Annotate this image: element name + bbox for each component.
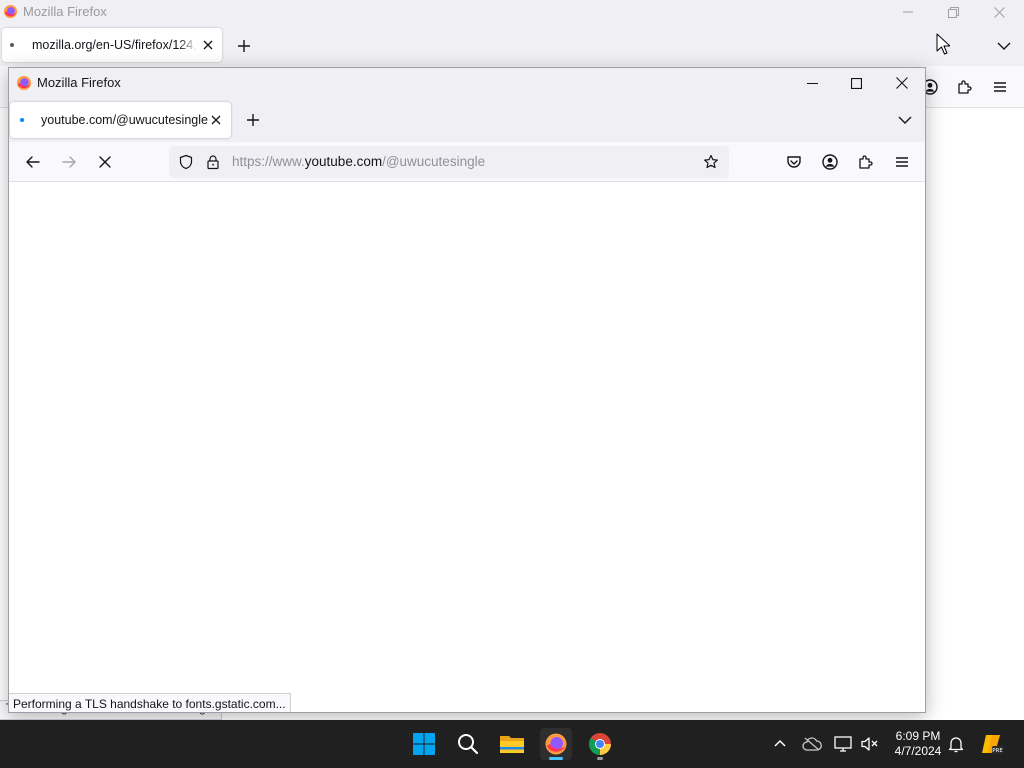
extensions-icon[interactable] [856,152,876,172]
account-icon[interactable] [820,152,840,172]
background-tab-label: mozilla.org/en-US/firefox/124.0 [32,38,198,52]
stop-loading-icon[interactable] [95,152,115,172]
foreground-firefox-window: Mozilla Firefox youtube.com/@uwucutesing… [8,67,926,713]
list-all-tabs-icon[interactable] [895,110,915,130]
windows-start-icon [413,733,435,755]
search-icon [458,734,479,755]
maximize-icon [850,77,862,89]
forward-arrow-icon[interactable] [59,152,79,172]
running-indicator [597,757,603,760]
background-close-button[interactable] [976,0,1022,24]
url-bar[interactable]: https://www.youtube.com/@uwucutesingle [169,146,729,178]
onedrive-tray-icon[interactable] [802,734,822,754]
chrome-taskbar-button[interactable] [584,728,616,760]
pocket-icon[interactable] [784,152,804,172]
show-hidden-icons-button[interactable] [770,734,790,754]
lock-icon[interactable] [205,154,221,170]
active-indicator [549,757,563,760]
onedrive-cloud-icon [802,737,822,751]
extensions-icon[interactable] [955,77,975,97]
url-text[interactable]: https://www.youtube.com/@uwucutesingle [232,154,485,169]
chrome-icon [589,733,611,755]
taskbar: 6:09 PM 4/7/2024 PRE [0,720,1024,768]
window-title: Mozilla Firefox [37,75,121,90]
close-icon [993,6,1005,18]
background-window-title: Mozilla Firefox [23,4,107,19]
list-all-tabs-icon[interactable] [994,36,1014,56]
copilot-button[interactable]: PRE [980,732,1004,756]
background-minimize-button[interactable] [885,0,931,24]
volume-muted-icon [861,737,878,751]
notifications-button[interactable] [946,734,966,754]
close-button[interactable] [879,68,925,98]
volume-tray-icon[interactable] [860,734,880,754]
network-icon [834,736,852,752]
url-domain: youtube.com [304,154,383,169]
mouse-cursor-icon [936,33,950,55]
back-arrow-icon[interactable] [23,152,43,172]
menu-icon[interactable] [892,152,912,172]
minimize-icon [903,11,913,13]
new-tab-icon[interactable] [243,110,263,130]
minimize-icon [806,82,818,84]
status-panel: Performing a TLS handshake to fonts.gsta… [9,693,291,712]
clock-time: 6:09 PM [895,729,941,743]
clock-date: 4/7/2024 [894,744,942,758]
background-restore-button[interactable] [930,0,976,24]
tab-loading-icon [20,118,24,122]
background-tab-mozilla[interactable]: mozilla.org/en-US/firefox/124.0 [2,28,222,62]
title-bar[interactable]: Mozilla Firefox [9,68,925,98]
maximize-button[interactable] [833,68,879,98]
background-tab-strip: mozilla.org/en-US/firefox/124.0 [0,24,1024,66]
tab-strip: youtube.com/@uwucutesingle [9,98,925,142]
background-title-bar[interactable]: Mozilla Firefox [0,0,1024,24]
search-button[interactable] [452,728,484,760]
tab-label: youtube.com/@uwucutesingle [41,113,208,127]
start-button[interactable] [408,728,440,760]
firefox-logo-icon [17,76,31,90]
firefox-logo-icon [3,4,18,19]
tab-close-icon[interactable] [209,113,223,127]
page-content[interactable] [9,182,925,712]
close-icon [896,77,908,89]
taskbar-clock[interactable]: 6:09 PM 4/7/2024 [888,729,948,759]
network-tray-icon[interactable] [833,734,853,754]
file-explorer-button[interactable] [496,728,528,760]
tracking-protection-shield-icon[interactable] [178,154,194,170]
svg-text:PRE: PRE [992,748,1003,754]
navigation-toolbar: https://www.youtube.com/@uwucutesingle [9,142,925,182]
url-path: /@uwucutesingle [382,154,486,169]
firefox-icon [545,733,567,755]
minimize-button[interactable] [789,68,835,98]
tab-close-icon[interactable] [201,38,215,52]
url-prefix: https://www. [232,154,305,169]
firefox-taskbar-button[interactable] [540,728,572,760]
copilot-icon: PRE [982,735,1003,754]
menu-icon[interactable] [990,77,1010,97]
restore-icon [947,6,959,18]
new-tab-icon[interactable] [234,36,254,56]
chevron-up-icon [774,739,786,747]
file-explorer-icon [500,736,524,753]
bell-icon [948,737,964,753]
tab-loading-icon [10,43,14,47]
bookmark-star-icon[interactable] [703,154,719,170]
tab-youtube[interactable]: youtube.com/@uwucutesingle [10,102,231,138]
